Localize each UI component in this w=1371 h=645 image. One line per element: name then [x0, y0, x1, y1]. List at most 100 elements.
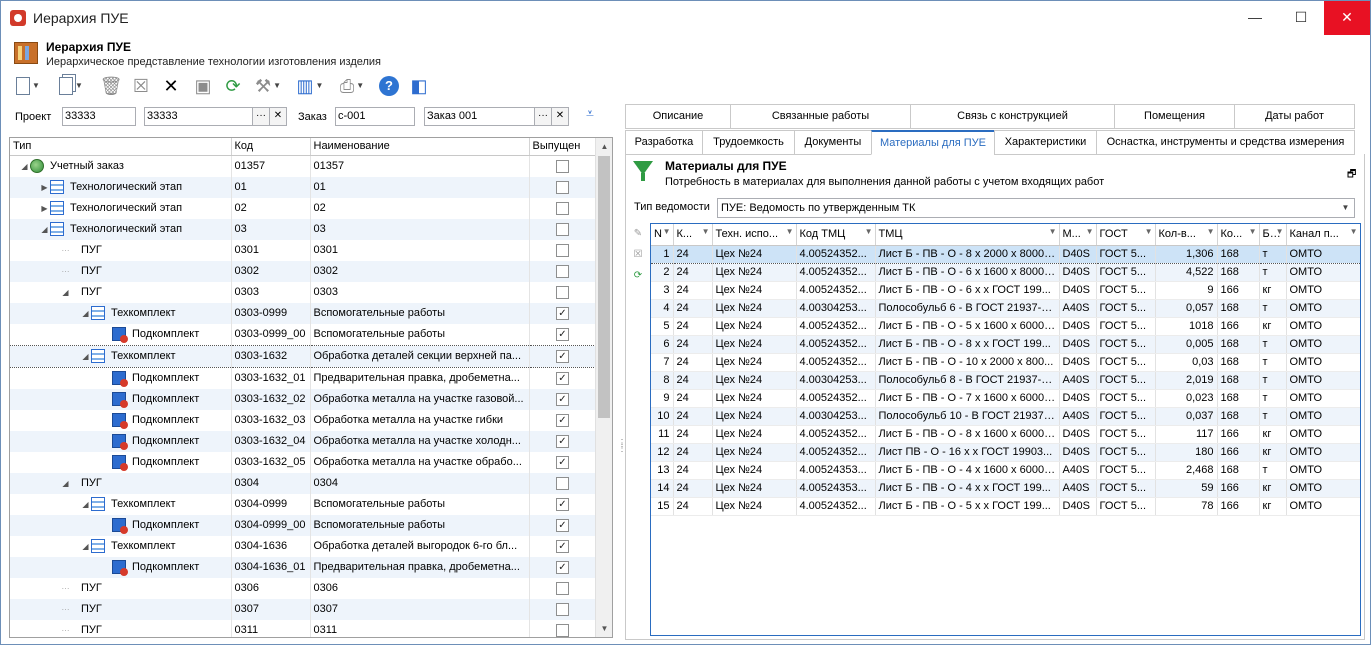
- refresh-rows-icon[interactable]: ⟳: [631, 269, 645, 283]
- filter-icon[interactable]: ▼: [1350, 227, 1358, 236]
- chart-icon[interactable]: ▥ ▼: [293, 73, 327, 99]
- released-checkbox[interactable]: ✓: [556, 327, 569, 341]
- collapse-icon[interactable]: ◢: [80, 352, 91, 361]
- chevron-down-icon[interactable]: ▼: [1337, 199, 1354, 217]
- cancel-icon[interactable]: ☒: [129, 73, 153, 99]
- tree-row[interactable]: Подкомплект 0303-0999_00 Вспомогательные р…: [10, 323, 597, 345]
- tree-row[interactable]: ◢ Техкомплект 0304-1636 Обработка деталей …: [10, 535, 597, 557]
- window-icon[interactable]: ◧: [407, 73, 431, 99]
- materials-row[interactable]: 14 24 Цех №24 4.00524353... Лист Б - ПВ - О …: [651, 479, 1360, 498]
- released-checkbox[interactable]: [556, 602, 569, 616]
- tree-row[interactable]: ◢ ПУГ 0304 0304: [10, 472, 597, 494]
- released-checkbox[interactable]: [556, 159, 569, 173]
- released-checkbox[interactable]: ✓: [556, 349, 569, 363]
- tree-row[interactable]: ◢ Техкомплект 0303-0999 Вспомогательные ра…: [10, 302, 597, 324]
- materials-column-9[interactable]: Б... ▼: [1259, 224, 1287, 246]
- released-checkbox[interactable]: [556, 264, 569, 278]
- scroll-up-icon[interactable]: ▲: [596, 138, 612, 155]
- tree-row[interactable]: ◢ ПУГ 0303 0303: [10, 281, 597, 303]
- released-checkbox[interactable]: ✓: [556, 497, 569, 511]
- released-checkbox[interactable]: ✓: [556, 539, 569, 553]
- released-checkbox[interactable]: [556, 180, 569, 194]
- collapse-icon[interactable]: ◢: [39, 225, 50, 234]
- print-icon[interactable]: ⎙ ▼: [335, 73, 369, 99]
- materials-row[interactable]: 2 24 Цех №24 4.00524352... Лист Б - ПВ - О -…: [651, 263, 1360, 282]
- materials-row[interactable]: 10 24 Цех №24 4.00304253... Полособульб 10 -…: [651, 407, 1360, 426]
- materials-column-7[interactable]: Кол-в... ▼: [1155, 224, 1218, 246]
- filter-icon[interactable]: ▼: [1049, 227, 1057, 236]
- tab-development[interactable]: Разработка: [625, 130, 703, 155]
- tree-row[interactable]: Подкомплект 0303-1632_02 Обработка металла…: [10, 388, 597, 410]
- tree-row[interactable]: ··· ПУГ 0311 0311: [10, 619, 597, 637]
- materials-row[interactable]: 9 24 Цех №24 4.00524352... Лист Б - ПВ - О -…: [651, 389, 1360, 408]
- tab-documents[interactable]: Документы: [794, 130, 872, 155]
- tree-row[interactable]: ◢ Технологический этап 03 03: [10, 218, 597, 240]
- help-icon[interactable]: ?: [377, 73, 401, 99]
- restore-panel-icon[interactable]: 🗗: [1347, 167, 1356, 184]
- tools-icon[interactable]: ⚒ ▼: [251, 73, 285, 99]
- splitter-handle[interactable]: ⋮ ⋮: [617, 439, 627, 454]
- column-released[interactable]: Выпущен: [529, 138, 597, 156]
- tree-row[interactable]: Подкомплект 0303-1632_05 Обработка металла…: [10, 451, 597, 473]
- refresh-icon[interactable]: ⟳: [221, 73, 245, 99]
- order-ellipsis-button[interactable]: ···: [534, 108, 551, 125]
- order-code-field[interactable]: c-001: [335, 107, 415, 126]
- released-checkbox[interactable]: [556, 581, 569, 595]
- released-checkbox[interactable]: ✓: [556, 455, 569, 469]
- tree-row[interactable]: ··· ПУГ 0307 0307: [10, 598, 597, 620]
- tree-row[interactable]: Подкомплект 0303-1632_03 Обработка металла…: [10, 409, 597, 431]
- filter-icon[interactable]: ▼: [1086, 227, 1094, 236]
- released-checkbox[interactable]: [556, 243, 569, 257]
- tab-description[interactable]: Описание: [625, 104, 731, 129]
- filter-icon[interactable]: ▼: [786, 227, 794, 236]
- released-checkbox[interactable]: [556, 623, 569, 637]
- copy-icon[interactable]: ▼: [55, 73, 87, 99]
- materials-row[interactable]: 1 24 Цех №24 4.00524352... Лист Б - ПВ - О -…: [651, 244, 1360, 264]
- collapse-icon[interactable]: ◢: [19, 162, 30, 171]
- scroll-down-icon[interactable]: ▼: [596, 620, 612, 637]
- project-lookup-field[interactable]: 33333 ··· ✕: [144, 107, 287, 126]
- materials-column-8[interactable]: Ко... ▼: [1217, 224, 1260, 246]
- collapse-icon[interactable]: ◢: [60, 288, 71, 297]
- collapse-icon[interactable]: ◢: [80, 500, 91, 509]
- tree-row[interactable]: ◢ Учетный заказ 01357 01357: [10, 155, 597, 177]
- tab-characteristics[interactable]: Характеристики: [994, 130, 1097, 155]
- tab-rooms[interactable]: Помещения: [1114, 104, 1235, 129]
- collapse-icon[interactable]: ◢: [80, 542, 91, 551]
- materials-column-2[interactable]: Техн. испо... ▼: [712, 224, 797, 246]
- materials-row[interactable]: 3 24 Цех №24 4.00524352... Лист Б - ПВ - О -…: [651, 281, 1360, 300]
- released-checkbox[interactable]: ✓: [556, 434, 569, 448]
- tab-materials[interactable]: Материалы для ПУЕ: [871, 130, 995, 155]
- collapse-icon[interactable]: ◢: [80, 309, 91, 318]
- tab-work-dates[interactable]: Даты работ: [1234, 104, 1355, 129]
- save-icon[interactable]: ▣: [191, 73, 215, 99]
- released-checkbox[interactable]: ✓: [556, 560, 569, 574]
- released-checkbox[interactable]: ✓: [556, 392, 569, 406]
- released-checkbox[interactable]: [556, 222, 569, 236]
- tree-row[interactable]: ··· ПУГ 0301 0301: [10, 239, 597, 261]
- filter-icon[interactable]: ▼: [663, 227, 671, 236]
- scroll-thumb[interactable]: [598, 156, 610, 418]
- filter-icon[interactable]: ▼: [702, 227, 710, 236]
- column-code[interactable]: Код: [231, 138, 311, 156]
- statement-type-select[interactable]: ПУЕ: Ведомость по утвержденным ТК ▼: [717, 198, 1355, 218]
- filter-icon[interactable]: ▼: [1276, 227, 1284, 236]
- tree-row[interactable]: ▶ Технологический этап 02 02: [10, 197, 597, 219]
- delete-row-icon[interactable]: ☒: [631, 248, 645, 262]
- tree-row[interactable]: ··· ПУГ 0306 0306: [10, 577, 597, 599]
- released-checkbox[interactable]: [556, 201, 569, 215]
- project-ellipsis-button[interactable]: ···: [252, 108, 269, 125]
- delete-icon[interactable]: 🗑: [99, 73, 123, 99]
- column-type[interactable]: Тип: [10, 138, 232, 156]
- close-button[interactable]: ✕: [1324, 1, 1370, 35]
- materials-row[interactable]: 5 24 Цех №24 4.00524352... Лист Б - ПВ - О -…: [651, 317, 1360, 336]
- materials-row[interactable]: 7 24 Цех №24 4.00524352... Лист Б - ПВ - О -…: [651, 353, 1360, 372]
- collapse-icon[interactable]: ◢: [60, 479, 71, 488]
- tree-row[interactable]: Подкомплект 0304-0999_00 Вспомогательные р…: [10, 514, 597, 536]
- filter-icon[interactable]: ▼: [1249, 227, 1257, 236]
- filter-icon[interactable]: ▼: [1145, 227, 1153, 236]
- materials-column-6[interactable]: ГОСТ ▼: [1096, 224, 1156, 246]
- cut-icon[interactable]: ✕: [159, 73, 183, 99]
- materials-column-0[interactable]: N ▼: [651, 224, 674, 246]
- tree-row[interactable]: ◢ Техкомплект 0304-0999 Вспомогательные ра…: [10, 493, 597, 515]
